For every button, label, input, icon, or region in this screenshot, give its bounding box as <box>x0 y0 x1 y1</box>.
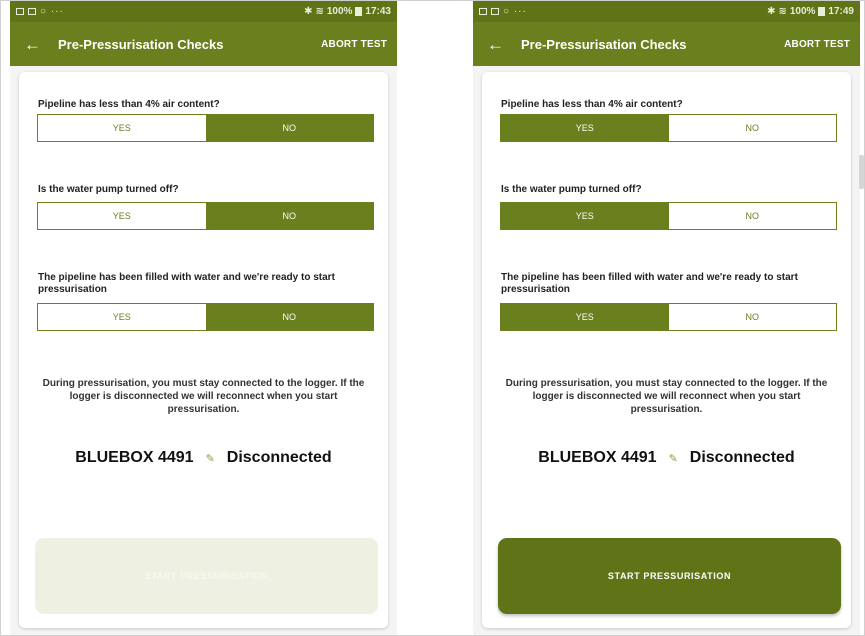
logger-name: BLUEBOX 4491 <box>538 449 657 466</box>
clock: 17:43 <box>365 5 391 17</box>
no-option[interactable]: NO <box>668 203 836 229</box>
no-option[interactable]: NO <box>205 304 373 330</box>
logger-connection-status: Disconnected <box>226 449 332 466</box>
clock: 17:49 <box>828 5 854 17</box>
connection-info-text: During pressurisation, you must stay con… <box>42 378 365 415</box>
bluetooth-status-icon: ✱ <box>304 5 313 17</box>
message-notification-icon <box>28 7 36 15</box>
logger-name: BLUEBOX 4491 <box>75 449 194 466</box>
battery-level: 100% <box>789 5 816 17</box>
toggle-pipeline-filled: YES NO <box>37 303 374 331</box>
abort-test-button[interactable]: ABORT TEST <box>321 39 387 50</box>
bluetooth-status-icon: ✱ <box>767 5 776 17</box>
image-notification-icon <box>16 7 24 15</box>
toggle-air-content: YES NO <box>37 114 374 142</box>
checks-card: Pipeline has less than 4% air content? Y… <box>482 72 851 628</box>
connection-info-text: During pressurisation, you must stay con… <box>505 378 828 415</box>
status-bar: ○ ··· ✱ ≋ 100% 17:43 <box>10 0 397 22</box>
question-water-pump: Is the water pump turned off? <box>38 184 179 195</box>
app-bar: ← Pre-Pressurisation Checks ABORT TEST <box>473 22 860 66</box>
yes-option[interactable]: YES <box>38 115 206 141</box>
image-notification-icon <box>479 7 487 15</box>
question-pipeline-filled: The pipeline has been filled with water … <box>501 272 798 295</box>
abort-test-button[interactable]: ABORT TEST <box>784 39 850 50</box>
toggle-water-pump: YES NO <box>500 202 837 230</box>
logger-connection-status: Disconnected <box>689 449 795 466</box>
yes-option[interactable]: YES <box>501 115 669 141</box>
more-notifications-icon: ○ ··· <box>40 5 64 17</box>
battery-icon <box>818 6 826 16</box>
start-pressurisation-button[interactable]: START PRESSURISATION <box>498 538 841 614</box>
phone-screen-after: ○ ··· ✱ ≋ 100% 17:49 ← Pre-Pressurisatio… <box>473 0 860 636</box>
phone-screen-before: ○ ··· ✱ ≋ 100% 17:43 ← Pre-Pressurisatio… <box>10 0 397 636</box>
arrow-left-icon[interactable]: ← <box>24 36 46 53</box>
question-air-content: Pipeline has less than 4% air content? <box>38 99 220 110</box>
page-title: Pre-Pressurisation Checks <box>521 36 687 52</box>
battery-level: 100% <box>326 5 353 17</box>
status-bar: ○ ··· ✱ ≋ 100% 17:49 <box>473 0 860 22</box>
yes-option[interactable]: YES <box>501 304 669 330</box>
notification-icons: ○ ··· <box>479 6 527 17</box>
toggle-water-pump: YES NO <box>37 202 374 230</box>
no-option[interactable]: NO <box>205 203 373 229</box>
arrow-left-icon[interactable]: ← <box>487 36 509 53</box>
question-pipeline-filled: The pipeline has been filled with water … <box>38 272 335 295</box>
app-bar: ← Pre-Pressurisation Checks ABORT TEST <box>10 22 397 66</box>
question-air-content: Pipeline has less than 4% air content? <box>501 99 683 110</box>
no-option[interactable]: NO <box>205 115 373 141</box>
yes-option[interactable]: YES <box>38 203 206 229</box>
toggle-air-content: YES NO <box>500 114 837 142</box>
yes-option[interactable]: YES <box>501 203 669 229</box>
no-option[interactable]: NO <box>668 115 836 141</box>
logger-status-row: BLUEBOX 4491 ✎ Disconnected <box>482 449 851 467</box>
message-notification-icon <box>491 7 499 15</box>
scrollbar-thumb[interactable] <box>859 155 864 189</box>
bluetooth-icon: ✎ <box>668 452 678 465</box>
more-notifications-icon: ○ ··· <box>503 5 527 17</box>
checks-card: Pipeline has less than 4% air content? Y… <box>19 72 388 628</box>
notification-icons: ○ ··· <box>16 6 64 17</box>
bluetooth-icon: ✎ <box>205 452 215 465</box>
toggle-pipeline-filled: YES NO <box>500 303 837 331</box>
battery-icon <box>355 6 363 16</box>
wifi-signal-icon: ≋ <box>778 5 787 17</box>
system-status: ✱ ≋ 100% 17:43 <box>304 6 391 17</box>
system-status: ✱ ≋ 100% 17:49 <box>767 6 854 17</box>
no-option[interactable]: NO <box>668 304 836 330</box>
yes-option[interactable]: YES <box>38 304 206 330</box>
page-title: Pre-Pressurisation Checks <box>58 36 224 52</box>
logger-status-row: BLUEBOX 4491 ✎ Disconnected <box>19 449 388 467</box>
wifi-signal-icon: ≋ <box>315 5 324 17</box>
start-pressurisation-button[interactable]: START PRESSURISATION <box>35 538 378 614</box>
question-water-pump: Is the water pump turned off? <box>501 184 642 195</box>
